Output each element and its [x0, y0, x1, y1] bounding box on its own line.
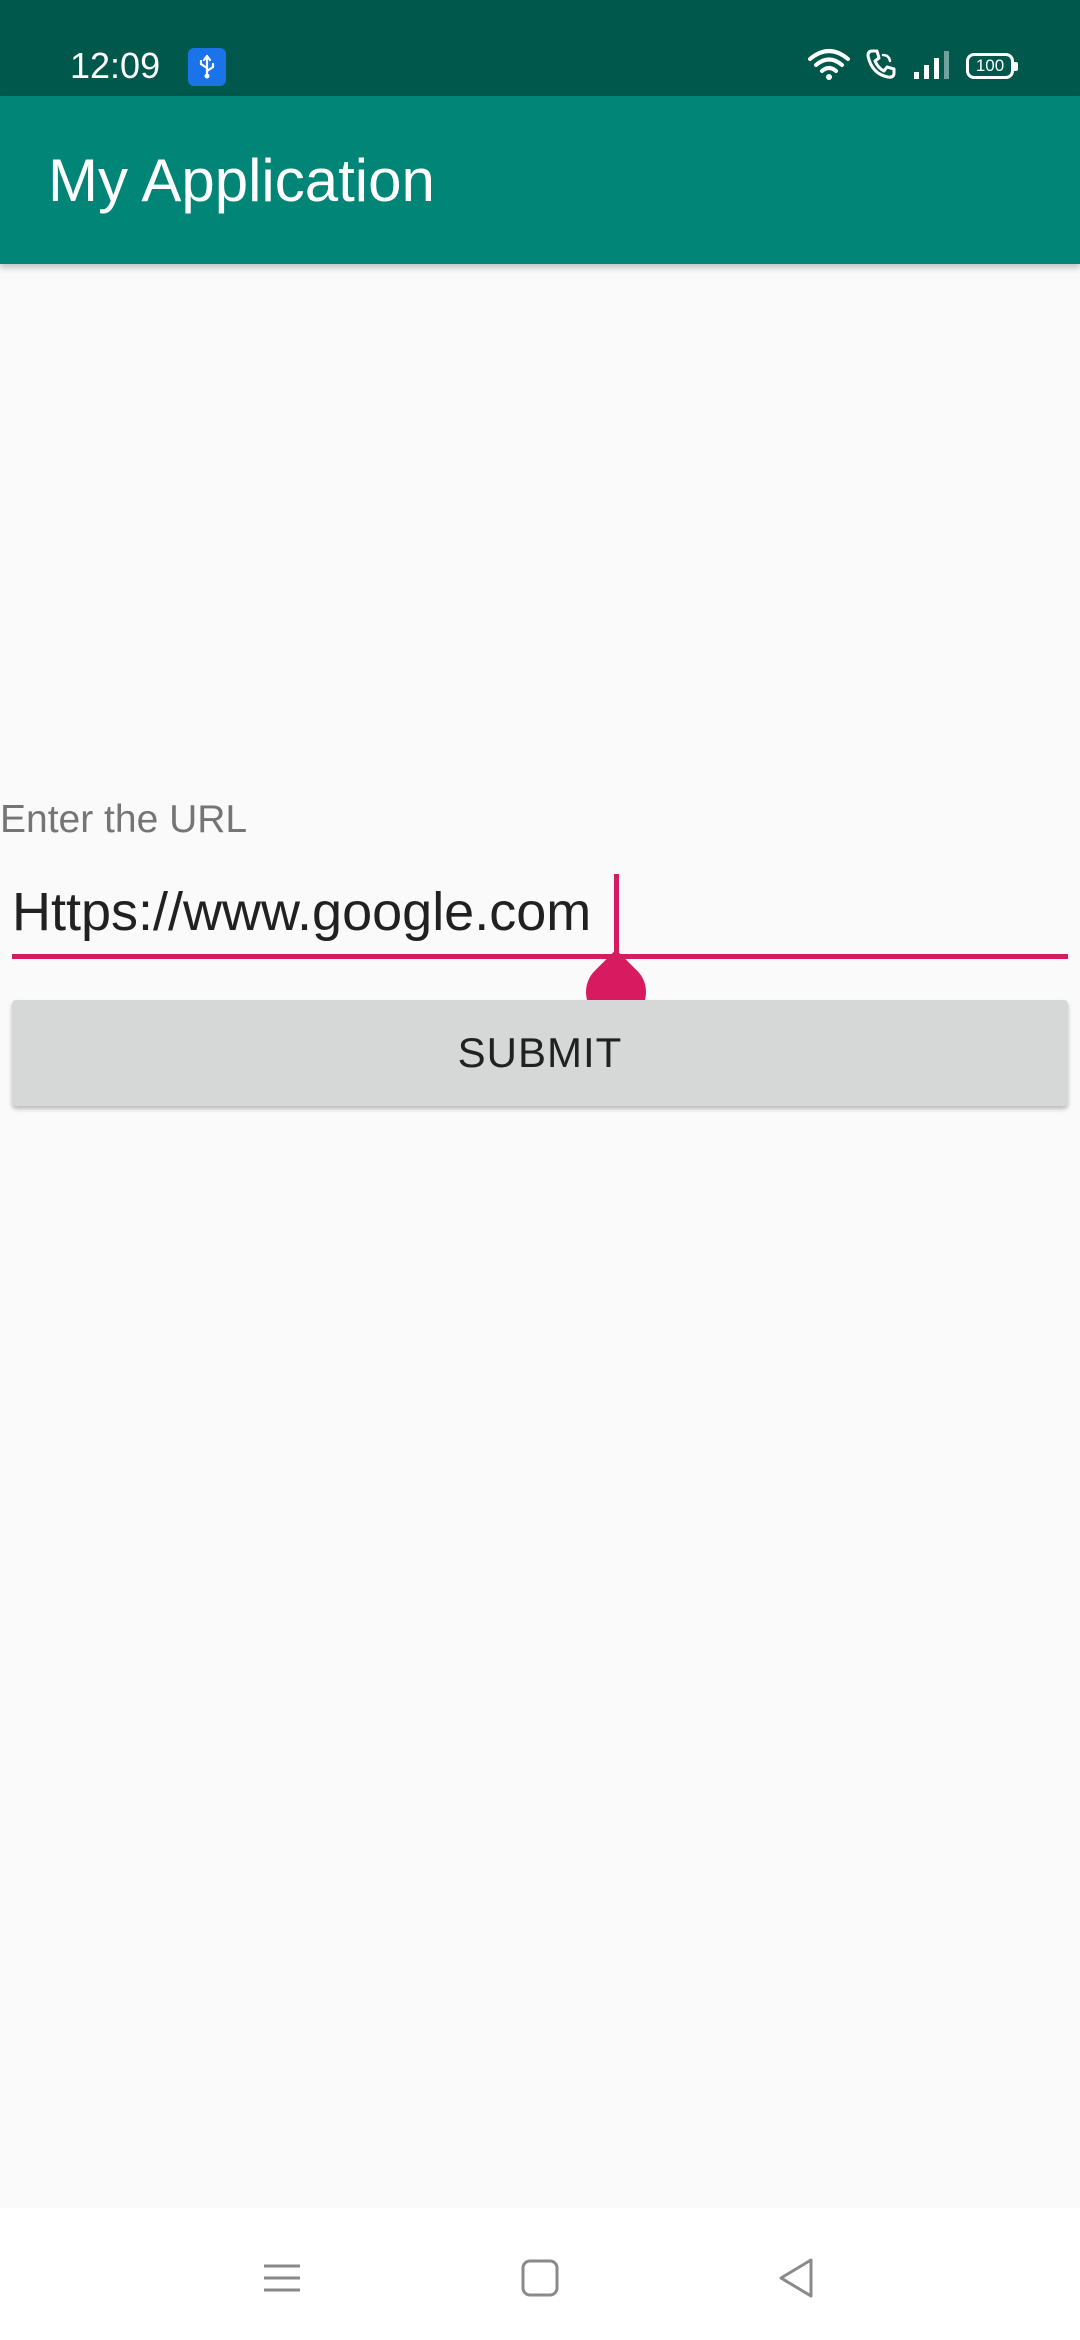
back-icon[interactable] [756, 2238, 836, 2318]
text-cursor [614, 874, 619, 954]
submit-button[interactable]: SUBMIT [12, 1000, 1068, 1106]
url-prompt-label: Enter the URL [0, 798, 248, 841]
url-input[interactable] [12, 870, 1068, 954]
signal-icon [912, 48, 952, 85]
app-bar: My Application [0, 96, 1080, 264]
wifi-icon [808, 47, 850, 86]
url-field[interactable] [12, 870, 1068, 1035]
status-icons: 100 [808, 46, 1018, 86]
wifi-call-icon [864, 47, 898, 86]
home-icon[interactable] [500, 2238, 580, 2318]
usb-icon [188, 48, 226, 86]
input-underline [12, 954, 1068, 959]
app-title: My Application [48, 147, 435, 214]
menu-icon[interactable] [242, 2238, 322, 2318]
status-bar: 12:09 100 [0, 0, 1080, 96]
navigation-bar [0, 2208, 1080, 2340]
battery-icon: 100 [966, 53, 1018, 79]
status-time: 12:09 [70, 45, 161, 86]
